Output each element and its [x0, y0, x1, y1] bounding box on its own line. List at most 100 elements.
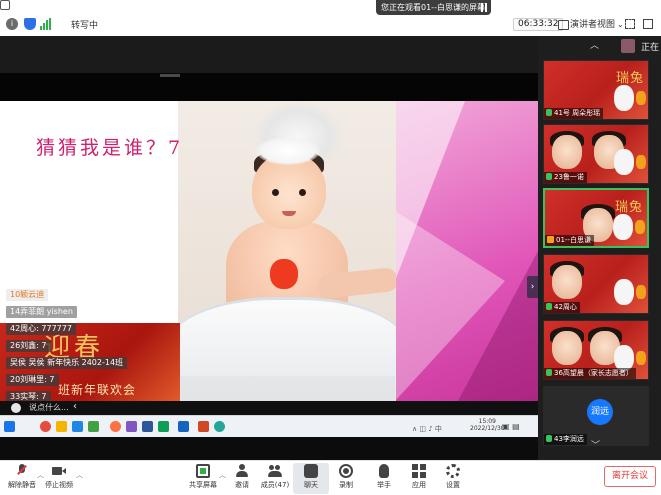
app-icon — [88, 421, 99, 432]
invite-icon — [235, 464, 249, 478]
comment-input-bar[interactable]: 说点什么... ‹ — [0, 401, 538, 415]
mic-on-icon — [546, 369, 552, 376]
meeting-control-bar: 解除静音 ︿ 停止视频 ︿ 共享屏幕 ︿ 邀请 成员(47) 聊天 录制 举手 … — [0, 460, 661, 495]
scroll-up-icon[interactable]: ︿ — [590, 38, 599, 51]
layout-grid-icon[interactable] — [643, 19, 653, 29]
unmute-label: 解除静音 — [8, 481, 36, 489]
comment-item: 14弄菲朗 yishen — [6, 306, 77, 318]
baby-photo — [178, 101, 396, 401]
members-icon — [268, 464, 282, 478]
notification-icons: ▣ ▤ — [502, 422, 520, 431]
mic-on-icon — [546, 109, 552, 116]
folder-icon — [56, 421, 67, 432]
invite-button[interactable]: 邀请 — [224, 463, 260, 494]
participant-tile[interactable]: 42周心 — [543, 254, 649, 314]
share-screen-label: 共享屏幕 — [189, 481, 217, 489]
chat-button[interactable]: 聊天 — [293, 463, 329, 494]
host-icon — [547, 236, 554, 243]
comment-item: 吴侯 吴侯 新年快乐 2402-14班 — [6, 357, 128, 369]
participant-tile[interactable]: 润远 43李润远 — [543, 386, 649, 446]
share-screen-icon — [196, 464, 210, 478]
pause-icon[interactable] — [481, 3, 487, 12]
clock-date: 2022/12/30 — [470, 425, 505, 432]
speaker-view-button[interactable]: 演讲者视图 ⌄ — [558, 17, 624, 32]
speaker-view-label: 演讲者视图 — [570, 20, 616, 30]
speaking-avatar — [621, 39, 635, 53]
danmaku-comments: 10颖云迪 14弄菲朗 yishen 42周心: 777777 26刘鑫: 7 … — [0, 289, 180, 403]
shared-screen: 猜猜我是谁？7 迎春 班新年联欢会 10颖云迪 14弄菲朗 yishen 42周… — [0, 36, 538, 460]
app-icon — [126, 421, 137, 432]
settings-label: 设置 — [446, 481, 460, 489]
leave-meeting-button[interactable]: 离开会议 — [604, 466, 656, 487]
shared-screen-header — [0, 36, 538, 101]
mic-muted-icon — [15, 464, 29, 478]
windows-start-icon — [4, 421, 15, 432]
comment-item: 20刘琳里: 7 — [6, 374, 59, 386]
share-notice-banner[interactable]: 您正在观看01--白思谦的屏幕 — [376, 0, 491, 15]
participant-avatar: 润远 — [587, 399, 613, 425]
mic-on-icon — [546, 435, 552, 442]
members-label: 成员(47) — [260, 481, 290, 489]
emoji-icon[interactable] — [11, 403, 21, 413]
members-button[interactable]: 成员(47) — [257, 463, 293, 494]
participant-name: 41号 周朵彤瑶 — [544, 108, 604, 119]
app-icon — [110, 421, 121, 432]
participant-tile-active[interactable]: 瑞兔 01--白思谦 — [543, 188, 649, 248]
system-clock: 15:09 2022/12/30 — [470, 418, 505, 432]
slide-pink-decoration — [395, 101, 538, 401]
shared-screen-toolbar — [0, 73, 538, 101]
app-icon — [72, 421, 83, 432]
stop-video-button[interactable]: 停止视频 — [41, 463, 77, 494]
signal-strength-icon[interactable] — [40, 18, 52, 30]
participant-name: 36高望晨（家长志愿者） — [544, 368, 636, 379]
comment-item: 10颖云迪 — [6, 289, 49, 301]
clock-time: 15:09 — [478, 418, 496, 425]
fullscreen-icon[interactable] — [625, 19, 635, 29]
shield-icon[interactable] — [24, 18, 36, 30]
tile-decoration: 瑞兔 — [615, 71, 644, 86]
chevron-down-icon: ⌄ — [617, 20, 624, 29]
meeting-timer: 06:33:32 — [513, 18, 564, 31]
mic-on-icon — [546, 303, 552, 310]
tile-decoration: 瑞兔 — [614, 200, 643, 215]
gear-icon — [446, 464, 460, 478]
comment-input[interactable]: 说点什么... — [29, 402, 69, 413]
word-icon — [142, 421, 153, 432]
invite-label: 邀请 — [235, 481, 249, 489]
transcribe-status[interactable]: 转写中 — [71, 18, 98, 31]
transcribe-icon[interactable] — [0, 0, 10, 10]
raise-hand-button[interactable]: 举手 — [366, 463, 402, 494]
record-button[interactable]: 录制 — [328, 463, 364, 494]
system-tray-icons: ∧ ◫ ♪ 中 — [412, 425, 442, 433]
participant-name: 23鲁一诺 — [544, 172, 587, 183]
participant-tile[interactable]: 23鲁一诺 — [543, 124, 649, 184]
video-options-chevron-icon[interactable]: ︿ — [76, 470, 83, 480]
participant-name: 42周心 — [544, 302, 580, 313]
info-icon[interactable]: i — [6, 18, 18, 30]
slide-title: 猜猜我是谁？7 — [36, 137, 184, 159]
unmute-button[interactable]: 解除静音 — [4, 463, 40, 494]
share-screen-button[interactable]: 共享屏幕 — [185, 463, 221, 494]
chat-icon — [304, 464, 318, 478]
apps-button[interactable]: 应用 — [401, 463, 437, 494]
meeting-top-bar: 您正在观看01--白思谦的屏幕 i 转写中 06:33:32 演讲者视图 ⌄ — [0, 0, 661, 36]
settings-button[interactable]: 设置 — [435, 463, 471, 494]
chat-label: 聊天 — [304, 481, 318, 489]
toy-figure — [270, 259, 298, 289]
app-icon — [40, 421, 51, 432]
record-label: 录制 — [339, 481, 353, 489]
app-icon — [214, 421, 225, 432]
speaking-indicator: 正在 — [641, 43, 660, 53]
participant-tile[interactable]: 瑞兔 41号 周朵彤瑶 — [543, 60, 649, 120]
apps-icon — [412, 464, 426, 478]
raise-hand-label: 举手 — [377, 481, 391, 489]
collapse-sidebar-handle[interactable]: › — [527, 276, 538, 298]
scroll-down-icon[interactable]: ﹀ — [591, 438, 600, 451]
shared-desktop-taskbar: ∧ ◫ ♪ 中 15:09 2022/12/30 ▣ ▤ — [0, 415, 538, 437]
share-notice-text: 您正在观看01--白思谦的屏幕 — [381, 3, 485, 12]
collapse-comments-icon[interactable]: ‹ — [73, 401, 77, 412]
powerpoint-icon — [198, 421, 209, 432]
participant-tile[interactable]: 36高望晨（家长志愿者） — [543, 320, 649, 380]
app-icon — [158, 421, 169, 432]
apps-label: 应用 — [412, 481, 426, 489]
